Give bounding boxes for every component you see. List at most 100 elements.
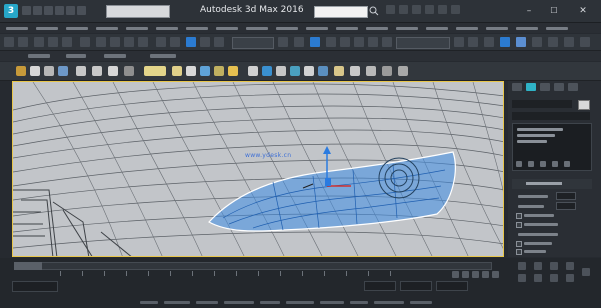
- zoom-all-icon[interactable]: [534, 262, 542, 270]
- zoom-icon[interactable]: [518, 262, 526, 270]
- menu-item[interactable]: [276, 27, 298, 30]
- param-checkbox[interactable]: [516, 241, 522, 247]
- param-checkbox[interactable]: [516, 249, 522, 255]
- motion-tab-icon[interactable]: [554, 83, 564, 91]
- go-to-end-icon[interactable]: [492, 271, 499, 278]
- account-icon[interactable]: [425, 5, 434, 14]
- window-crossing-icon[interactable]: [138, 37, 148, 47]
- select-and-scale-icon[interactable]: [186, 37, 196, 47]
- named-selection-sets-dropdown[interactable]: [396, 37, 450, 49]
- time-slider-handle[interactable]: [14, 262, 42, 270]
- menu-item[interactable]: [336, 27, 358, 30]
- layer-manager-icon[interactable]: [484, 37, 494, 47]
- stack-item[interactable]: [517, 128, 563, 131]
- select-manipulate-icon[interactable]: [294, 37, 304, 47]
- unlink-icon[interactable]: [48, 37, 58, 47]
- remove-modifier-icon[interactable]: [552, 161, 558, 167]
- toolbar-icon[interactable]: [58, 66, 68, 76]
- pan-icon[interactable]: [534, 274, 542, 282]
- modifier-list-dropdown[interactable]: [512, 112, 590, 120]
- project-folder-icon[interactable]: [77, 6, 86, 15]
- make-unique-icon[interactable]: [540, 161, 546, 167]
- spinner-snap-icon[interactable]: [368, 37, 378, 47]
- toolbar-icon[interactable]: [76, 66, 86, 76]
- reference-coordinate-icon[interactable]: [214, 37, 224, 47]
- stack-item[interactable]: [517, 140, 547, 143]
- select-by-name-icon[interactable]: [110, 37, 120, 47]
- toolbar-icon[interactable]: [382, 66, 392, 76]
- toolbar-icon[interactable]: [214, 66, 224, 76]
- percent-snap-icon[interactable]: [354, 37, 364, 47]
- toolbar-icon[interactable]: [124, 66, 134, 76]
- create-tab-icon[interactable]: [512, 83, 522, 91]
- rectangular-selection-icon[interactable]: [124, 37, 134, 47]
- z-coordinate-field[interactable]: [436, 281, 468, 291]
- menu-item[interactable]: [186, 27, 208, 30]
- toolbar-icon[interactable]: [398, 66, 408, 76]
- toolbar-icon[interactable]: [30, 66, 40, 76]
- time-slider[interactable]: [14, 262, 492, 270]
- maximize-button[interactable]: ☐: [547, 5, 561, 17]
- mirror-icon[interactable]: [454, 37, 464, 47]
- object-color-swatch[interactable]: [578, 100, 590, 110]
- app-logo-icon[interactable]: 3: [4, 4, 18, 18]
- toolbar-icon[interactable]: [16, 66, 26, 76]
- workspace-dropdown[interactable]: [106, 5, 170, 18]
- help-icon[interactable]: [438, 5, 447, 14]
- toolbar-icon[interactable]: [248, 66, 258, 76]
- reference-coordinate-dropdown[interactable]: [232, 37, 274, 49]
- key-mode-icon[interactable]: [582, 268, 590, 276]
- toolbar-icon[interactable]: [262, 66, 272, 76]
- selection-filter-icon[interactable]: [80, 37, 90, 47]
- star-icon[interactable]: [412, 5, 421, 14]
- display-tab-icon[interactable]: [568, 83, 578, 91]
- menu-item[interactable]: [126, 27, 148, 30]
- redo-icon[interactable]: [18, 37, 28, 47]
- toolbar-icon[interactable]: [200, 66, 210, 76]
- param-spinner[interactable]: [556, 192, 576, 200]
- toolbar-icon[interactable]: [334, 66, 344, 76]
- menu-item[interactable]: [66, 27, 88, 30]
- close-button[interactable]: ✕: [575, 5, 591, 17]
- orbit-icon[interactable]: [550, 274, 558, 282]
- param-spinner[interactable]: [556, 202, 576, 210]
- menu-item[interactable]: [96, 27, 118, 30]
- go-to-start-icon[interactable]: [452, 271, 459, 278]
- toolbar-icon[interactable]: [144, 66, 166, 76]
- param-checkbox[interactable]: [516, 222, 522, 228]
- select-and-rotate-icon[interactable]: [170, 37, 180, 47]
- ribbon-tab[interactable]: [66, 54, 86, 58]
- open-file-icon[interactable]: [33, 6, 42, 15]
- menu-item[interactable]: [306, 27, 328, 30]
- toolbar-icon[interactable]: [44, 66, 54, 76]
- menu-item[interactable]: [6, 27, 28, 30]
- ribbon-tab[interactable]: [28, 54, 50, 58]
- schematic-view-icon[interactable]: [532, 37, 542, 47]
- ribbon-tab[interactable]: [150, 54, 176, 58]
- x-coordinate-field[interactable]: [364, 281, 396, 291]
- maxscript-listener[interactable]: [12, 281, 58, 292]
- toolbar-icon[interactable]: [350, 66, 360, 76]
- keyboard-shortcut-override-icon[interactable]: [310, 37, 320, 47]
- menu-item[interactable]: [546, 27, 568, 30]
- modify-tab-icon[interactable]: [526, 83, 536, 91]
- zoom-extents-all-icon[interactable]: [566, 262, 574, 270]
- play-icon[interactable]: [472, 271, 479, 278]
- toolbar-icon[interactable]: [186, 66, 196, 76]
- toolbar-icon[interactable]: [290, 66, 300, 76]
- redo-icon[interactable]: [66, 6, 75, 15]
- perspective-viewport[interactable]: www.ydesk.cn: [12, 81, 504, 257]
- align-icon[interactable]: [468, 37, 478, 47]
- undo-icon[interactable]: [4, 37, 14, 47]
- named-selection-icon[interactable]: [382, 37, 392, 47]
- menu-item[interactable]: [366, 27, 388, 30]
- toolbar-icon[interactable]: [276, 66, 286, 76]
- minimize-button[interactable]: –: [522, 5, 536, 17]
- maximize-viewport-icon[interactable]: [566, 274, 574, 282]
- curve-editor-icon[interactable]: [516, 37, 526, 47]
- ribbon-tab[interactable]: [104, 54, 126, 58]
- search-input[interactable]: [314, 6, 368, 18]
- stack-item[interactable]: [517, 134, 555, 137]
- select-and-place-icon[interactable]: [200, 37, 210, 47]
- save-file-icon[interactable]: [44, 6, 53, 15]
